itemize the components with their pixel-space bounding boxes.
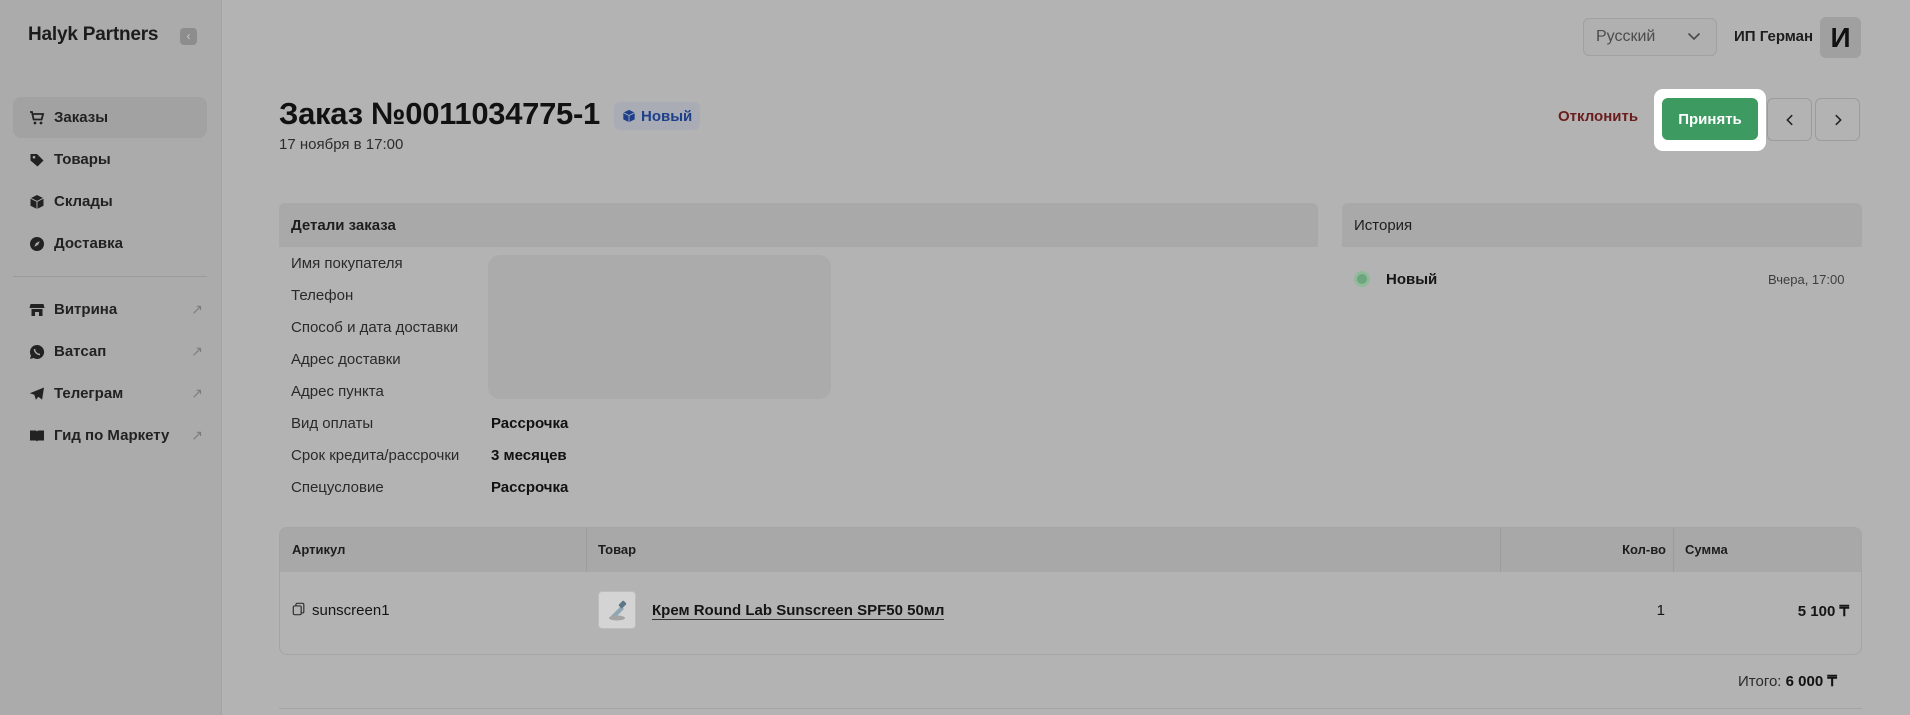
divider (279, 708, 1862, 709)
telegram-icon (28, 385, 46, 403)
column-divider (1673, 528, 1674, 572)
table-header: Артикул Товар Кол-во Сумма (280, 528, 1861, 572)
sidebar-divider (13, 276, 207, 277)
total-value: 6 000 ₸ (1785, 673, 1837, 690)
total-label: Итого: (1738, 673, 1782, 690)
status-badge: Новый (614, 102, 701, 130)
detail-label: Срок кредита/рассрочки (291, 447, 460, 464)
status-dot-icon (1354, 271, 1370, 287)
product-thumbnail[interactable] (598, 591, 636, 629)
column-header-product: Товар (598, 542, 637, 557)
detail-label: Адрес пункта (291, 383, 384, 400)
sidebar-item-orders[interactable]: Заказы (13, 97, 207, 138)
detail-label: Способ и дата доставки (291, 319, 459, 336)
external-link-icon: ↗ (191, 385, 203, 401)
sidebar-item-products[interactable]: Товары (13, 139, 207, 180)
detail-label: Вид оплаты (291, 415, 374, 432)
history-status: Новый (1386, 271, 1438, 288)
sidebar-item-warehouses[interactable]: Склады (13, 181, 207, 222)
detail-value: Рассрочка (491, 479, 569, 496)
detail-value: 3 месяцев (491, 447, 567, 464)
sidebar-item-label: Заказы (54, 109, 109, 126)
store-icon (28, 301, 46, 319)
column-header-sku: Артикул (292, 542, 346, 557)
hidden-customer-info (488, 255, 831, 399)
chevron-left-icon: ‹ (186, 29, 191, 43)
compass-icon (28, 235, 46, 253)
detail-label: Адрес доставки (291, 351, 401, 368)
qty-value: 1 (1656, 602, 1665, 619)
previous-order-button[interactable] (1767, 98, 1812, 141)
sidebar-item-telegram[interactable]: Телеграм ↗ (13, 373, 207, 414)
column-divider (1500, 528, 1501, 572)
brand-logo[interactable]: Halyk Partners (28, 24, 158, 46)
column-header-qty: Кол-во (1622, 542, 1666, 557)
detail-label: Имя покупателя (291, 255, 403, 272)
sidebar-item-label: Ватсап (54, 343, 107, 360)
sidebar: Halyk Partners ‹ Заказы Товары Склады До… (0, 0, 222, 715)
collapse-sidebar-button[interactable]: ‹ (180, 28, 197, 45)
product-link[interactable]: Крем Round Lab Sunscreen SPF50 50мл (652, 602, 945, 620)
detail-label: Спецусловие (291, 479, 384, 496)
accept-button[interactable]: Принять (1662, 98, 1758, 140)
whatsapp-icon (28, 343, 46, 361)
sidebar-item-storefront[interactable]: Витрина ↗ (13, 289, 207, 330)
sku-value: sunscreen1 (312, 602, 390, 619)
history-heading: История (1342, 203, 1862, 247)
sum-value: 5 100 ₸ (1797, 603, 1849, 620)
external-link-icon: ↗ (191, 427, 203, 443)
cart-icon (28, 109, 46, 127)
sidebar-item-label: Телеграм (54, 385, 124, 402)
detail-value: Рассрочка (491, 415, 569, 432)
user-name[interactable]: ИП Герман (1734, 28, 1813, 45)
page-title: Заказ №0011034775-1 (279, 96, 600, 131)
box-icon (623, 109, 635, 123)
sidebar-item-label: Витрина (54, 301, 118, 318)
avatar[interactable]: И (1820, 17, 1861, 58)
reject-button[interactable]: Отклонить (1558, 108, 1638, 125)
sidebar-item-delivery[interactable]: Доставка (13, 223, 207, 264)
order-date: 17 ноября в 17:00 (279, 136, 404, 153)
box-icon (28, 193, 46, 211)
column-header-sum: Сумма (1685, 542, 1728, 557)
language-select[interactable]: Русский (1583, 18, 1717, 56)
language-value: Русский (1596, 28, 1656, 45)
book-icon (28, 427, 46, 445)
accept-button-highlight: Принять (1654, 89, 1766, 151)
order-items-table: Артикул Товар Кол-во Сумма sunscreen1 Кр… (279, 527, 1862, 655)
chevron-down-icon (1686, 28, 1702, 49)
history-time: Вчера, 17:00 (1768, 272, 1845, 287)
chevron-left-icon (1785, 114, 1793, 125)
sidebar-item-label: Доставка (54, 235, 123, 252)
order-total: Итого: 6 000 ₸ (1738, 672, 1837, 690)
sidebar-nav: Заказы Товары Склады Доставка Витрина ↗ … (13, 97, 207, 457)
next-order-button[interactable] (1815, 98, 1860, 141)
order-details-heading: Детали заказа (279, 203, 1318, 247)
sidebar-item-label: Товары (54, 151, 111, 168)
copy-icon[interactable] (292, 602, 306, 620)
detail-label: Телефон (291, 287, 354, 304)
tag-icon (28, 151, 46, 169)
external-link-icon: ↗ (191, 343, 203, 359)
column-divider (586, 528, 587, 572)
sidebar-item-whatsapp[interactable]: Ватсап ↗ (13, 331, 207, 372)
status-badge-label: Новый (641, 107, 693, 125)
sidebar-item-market-guide[interactable]: Гид по Маркету ↗ (13, 415, 207, 456)
sidebar-item-label: Склады (54, 193, 113, 210)
external-link-icon: ↗ (191, 301, 203, 317)
chevron-right-icon (1834, 114, 1842, 125)
sidebar-item-label: Гид по Маркету (54, 427, 170, 444)
